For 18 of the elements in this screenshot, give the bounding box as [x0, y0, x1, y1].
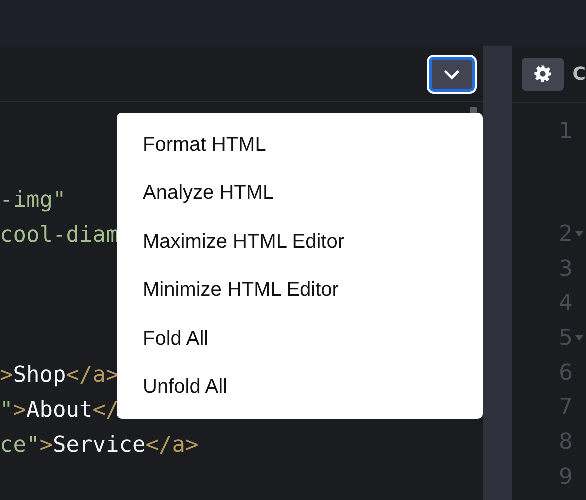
menu-item[interactable]: Minimize HTML Editor	[117, 266, 339, 315]
menu-item[interactable]: Unfold All	[117, 362, 228, 412]
settings-button[interactable]	[522, 58, 564, 90]
chevron-down-icon	[443, 68, 461, 80]
code-line: ">About</	[0, 397, 120, 425]
dropdown-button[interactable]	[429, 57, 475, 92]
code-line: cool-diam	[0, 222, 120, 250]
fold-arrow-icon[interactable]	[575, 231, 584, 238]
menu-item[interactable]: Fold All	[117, 314, 209, 363]
menu-item[interactable]: Maximize HTML Editor	[117, 218, 345, 266]
code-line: -img"	[0, 187, 66, 215]
menu-item[interactable]: Analyze HTML	[117, 169, 274, 218]
menu-item[interactable]: Format HTML	[117, 121, 266, 170]
code-line: >Shop</a>	[0, 362, 120, 390]
code-line: ce">Service</a>	[0, 432, 199, 460]
fold-arrow-icon[interactable]	[575, 335, 584, 342]
settings-icon	[534, 65, 552, 83]
panel-title: C	[572, 64, 586, 84]
